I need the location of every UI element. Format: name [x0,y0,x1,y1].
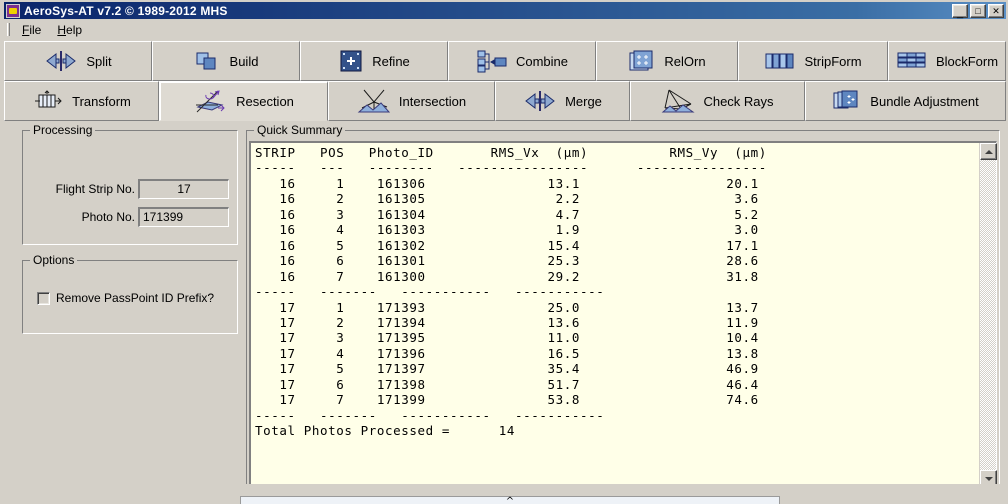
tab-resection-label: Resection [236,94,294,109]
combine-icon [477,50,507,73]
quick-summary-group: Quick Summary STRIP POS Photo_ID RMS_Vx … [246,123,1000,492]
refine-icon [340,50,362,72]
toolbar-row-2: Transform Resection Intersection Merge C… [4,81,1006,121]
tab-stripform-label: StripForm [804,53,862,69]
tab-stripform[interactable]: StripForm [738,41,888,81]
chevron-down-icon [984,476,993,481]
menu-item-help-rest: elp [66,22,83,37]
tab-blockform-label: BlockForm [935,53,999,69]
tab-resection[interactable]: Resection [159,81,328,121]
remove-passpoint-prefix-row[interactable]: Remove PassPoint ID Prefix? [37,291,214,305]
blockform-icon [897,52,926,68]
stripform-icon [765,53,794,69]
window-controls: _ □ ✕ [952,3,1004,19]
tab-refine-label: Refine [372,53,410,69]
tab-build[interactable]: Build [152,41,300,81]
maximize-button[interactable]: □ [970,3,986,18]
quick-summary-textarea-wrap: STRIP POS Photo_ID RMS_Vx (µm) RMS_Vy (µ… [249,141,997,488]
tab-merge-label: Merge [565,93,602,109]
main-content: Processing Flight Strip No. 17 Photo No.… [4,123,1006,492]
menu-grip-handle[interactable] [7,23,10,36]
app-icon [6,3,20,18]
check-rays-icon [662,89,696,113]
maximize-icon: □ [975,5,981,16]
quick-summary-scrollbar[interactable] [979,143,997,487]
menu-bar: File Help [4,20,1006,40]
tab-intersection[interactable]: Intersection [328,81,495,121]
bottom-strip: ^ [4,484,1006,504]
close-icon: ✕ [992,5,1000,16]
tab-combine[interactable]: Combine [448,41,596,81]
remove-passpoint-prefix-label: Remove PassPoint ID Prefix? [56,291,215,305]
merge-icon [525,91,555,111]
quick-summary-textarea[interactable]: STRIP POS Photo_ID RMS_Vx (µm) RMS_Vy (µ… [251,143,979,487]
tab-relorn[interactable]: RelOrn [596,41,738,81]
scroll-up-button[interactable] [980,143,997,160]
photo-no-label: Photo No. [81,210,135,224]
tab-relorn-label: RelOrn [664,53,706,69]
bundle-adjustment-icon [833,90,858,109]
options-group: Options Remove PassPoint ID Prefix? [22,253,238,334]
tab-transform-label: Transform [72,93,131,109]
tab-split[interactable]: Split [4,41,152,81]
tab-bundle-adjustment-label: Bundle Adjustment [870,93,979,109]
tab-build-label: Build [229,53,259,69]
tab-refine[interactable]: Refine [300,41,448,81]
relorn-icon [629,50,653,71]
split-icon [46,51,77,71]
tab-blockform[interactable]: BlockForm [888,41,1006,81]
quick-summary-text: STRIP POS Photo_ID RMS_Vx (µm) RMS_Vy (µ… [255,145,767,439]
close-button[interactable]: ✕ [988,3,1004,18]
flight-strip-row: Flight Strip No. 17 [35,179,229,199]
application-window: AeroSys-AT v7.2 © 1989-2012 MHS _ □ ✕ Fi… [0,0,1008,504]
tab-check-rays-label: Check Rays [703,93,774,109]
resection-icon [196,89,225,112]
photo-no-input[interactable]: 171399 [138,207,229,227]
options-group-title: Options [30,253,78,267]
processing-group: Processing Flight Strip No. 17 Photo No.… [22,123,238,245]
toolbar: Split Build Refine Combine RelOrn StripF… [4,41,1006,123]
toolbar-row-1: Split Build Refine Combine RelOrn StripF… [4,41,1006,81]
minimize-icon: _ [956,6,964,19]
tab-bundle-adjustment[interactable]: Bundle Adjustment [805,81,1006,121]
remove-passpoint-prefix-checkbox[interactable] [37,291,50,305]
tab-transform[interactable]: Transform [4,81,159,121]
chevron-up-icon [984,149,993,154]
title-bar: AeroSys-AT v7.2 © 1989-2012 MHS _ □ ✕ [4,2,1006,19]
menu-item-help[interactable]: Help [49,21,90,39]
transform-icon [35,90,62,108]
minimize-button[interactable]: _ [952,3,968,19]
caret-up-icon: ^ [505,496,515,504]
flight-strip-input[interactable]: 17 [138,179,229,199]
photo-no-row: Photo No. 171399 [35,207,229,227]
tab-intersection-label: Intersection [398,93,467,109]
menu-item-file-rest: ile [29,22,42,37]
processing-group-title: Processing [30,123,96,137]
bottom-progress-widget[interactable]: ^ [240,496,780,504]
tab-check-rays[interactable]: Check Rays [630,81,805,121]
build-icon [196,52,216,70]
intersection-icon [357,89,391,113]
tab-combine-label: Combine [515,53,569,69]
quick-summary-title: Quick Summary [254,123,346,137]
window-title: AeroSys-AT v7.2 © 1989-2012 MHS [24,3,228,18]
flight-strip-label: Flight Strip No. [55,182,135,196]
menu-item-file[interactable]: File [14,21,49,39]
tab-split-label: Split [86,53,112,69]
tab-merge[interactable]: Merge [495,81,630,121]
